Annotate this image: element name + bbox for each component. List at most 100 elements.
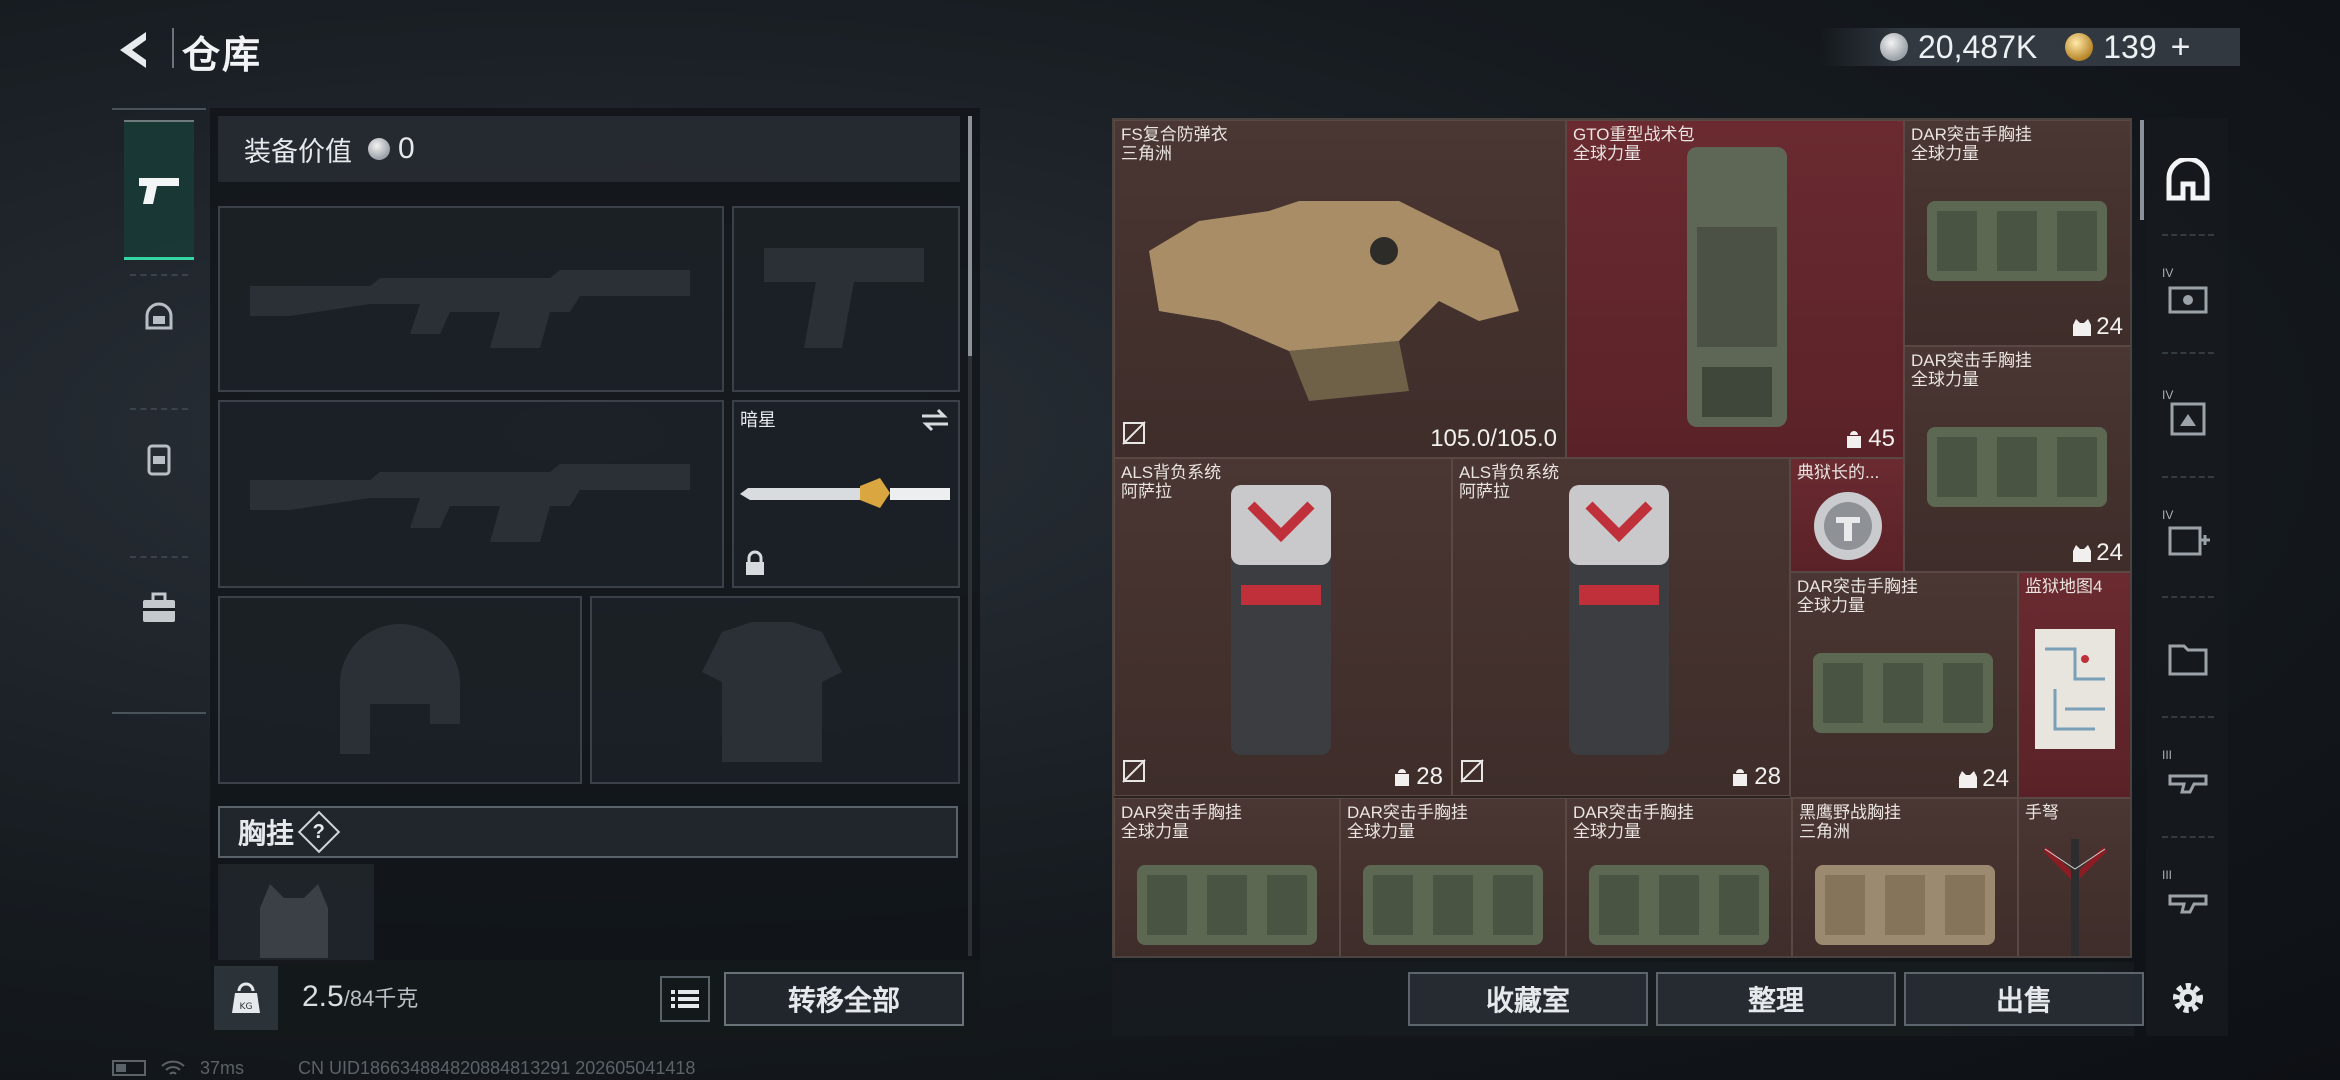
item-name: 手弩 [2025, 803, 2059, 822]
item-name: FS复合防弹衣 三角洲 [1121, 125, 1228, 163]
item-name: DAR突击手胸挂 全球力量 [1121, 803, 1242, 841]
category-helmet[interactable] [124, 270, 194, 366]
medal-image [1814, 492, 1882, 560]
stash-item-chest-rig[interactable]: DAR突击手胸挂 全球力量 [1340, 798, 1566, 956]
vest-silhouette-icon [260, 884, 328, 958]
stash-item-chest-rig[interactable]: DAR突击手胸挂 全球力量 24 [1790, 572, 2018, 798]
vest-icon [2073, 319, 2092, 336]
back-button[interactable] [112, 26, 160, 74]
field-rig-image [1815, 865, 1995, 945]
weight-text: 2.5/84千克 [302, 980, 418, 1014]
stash-tab-4c[interactable]: IV [2160, 508, 2216, 566]
settings-button[interactable] [2160, 970, 2216, 1026]
list-view-button[interactable] [660, 976, 710, 1022]
vest-icon [2073, 545, 2092, 562]
armor-silhouette-icon [702, 622, 842, 762]
chest-rig-slot[interactable] [218, 864, 374, 964]
category-weapons[interactable] [124, 120, 194, 260]
stash-item-backpack-gto[interactable]: GTO重型战术包 全球力量 45 [1566, 120, 1904, 458]
tab-divider [2162, 596, 2214, 598]
stash-item-chest-rig[interactable]: DAR突击手胸挂 全球力量 [1566, 798, 1792, 956]
stash-tab-4[interactable]: IV [2160, 266, 2216, 324]
stash-item-chest-rig[interactable]: DAR突击手胸挂 全球力量 24 [1904, 120, 2130, 346]
helmet-silhouette-icon [340, 624, 460, 754]
no-repair-icon [1121, 758, 1147, 789]
slot-count-value: 24 [1958, 765, 2009, 793]
stash-item-armor[interactable]: FS复合防弹衣 三角洲 105.0/105.0 [1114, 120, 1566, 458]
equipment-value: 0 [398, 132, 415, 165]
item-name: DAR突击手胸挂 全球力量 [1573, 803, 1694, 841]
stash-item-backpack-als[interactable]: ALS背负系统 阿萨拉 28 [1114, 458, 1452, 796]
chest-rig-label: 胸挂 [238, 818, 295, 849]
tab-divider [2162, 476, 2214, 478]
sell-button[interactable]: 出售 [1904, 972, 2144, 1026]
weight-icon: KG [214, 966, 278, 1030]
stash-home-tab[interactable] [2160, 152, 2216, 208]
stash-tabs: IV IV IV III III [2146, 118, 2228, 1036]
helmet-slot[interactable] [218, 596, 582, 784]
category-backpack[interactable] [124, 410, 194, 506]
primary-weapon-slot[interactable] [218, 206, 724, 392]
melee-name: 暗星 [740, 410, 776, 430]
stash-item-prison-map[interactable]: 监狱地图4 [2018, 572, 2130, 798]
uid-text: CN UID1866348848208848132​91 20260504141… [298, 1057, 696, 1078]
rifle-silhouette-icon [250, 270, 690, 348]
chest-rig-header: 胸挂 ? [218, 806, 958, 858]
stash-tab-3b[interactable]: III [2160, 868, 2216, 926]
item-name: ALS背负系统 阿萨拉 [1459, 463, 1560, 501]
list-icon [671, 990, 699, 1008]
item-name: DAR突击手胸挂 全球力量 [1347, 803, 1468, 841]
tab-divider [2162, 352, 2214, 354]
stash-grid: FS复合防弹衣 三角洲 105.0/105.0 GTO重型战术包 全球力量 45 D… [1112, 118, 2132, 958]
map-image [2035, 629, 2115, 749]
tab-divider [2162, 234, 2214, 236]
stash-box-icon [2168, 286, 2208, 314]
stash-item-backpack-als[interactable]: ALS背负系统 阿萨拉 28 [1452, 458, 1790, 796]
swap-icon[interactable] [920, 408, 950, 432]
slot-count-value: 24 [2072, 539, 2123, 567]
stash-item-chest-rig[interactable]: DAR突击手胸挂 全球力量 [1114, 798, 1340, 956]
add-currency-button[interactable]: + [2171, 28, 2191, 67]
sidearm-slot[interactable] [732, 206, 960, 392]
folder-icon [2168, 644, 2208, 676]
stash-item-crossbow[interactable]: 手弩 [2018, 798, 2130, 956]
category-toolbox[interactable] [124, 558, 194, 658]
wifi-icon [161, 1060, 185, 1075]
organize-button[interactable]: 整理 [1656, 972, 1896, 1026]
als-backpack-image [1231, 485, 1331, 755]
item-name: 黑鹰野战胸挂 三角洲 [1799, 803, 1901, 841]
bag-icon [1733, 769, 1748, 786]
kettlebell-icon: KG [232, 982, 260, 1013]
stash-tab-3[interactable]: III [2160, 748, 2216, 806]
chest-rig-image [1363, 865, 1543, 945]
crossbow-image [2042, 839, 2108, 956]
item-name: ALS背负系统 阿萨拉 [1121, 463, 1222, 501]
help-icon[interactable]: ? [297, 810, 341, 854]
equipment-scrollbar[interactable] [968, 116, 972, 956]
stash-item-field-rig[interactable]: 黑鹰野战胸挂 三角洲 [1792, 798, 2018, 956]
silver-amount: 20,487K [1918, 28, 2038, 65]
transfer-all-button[interactable]: 转移全部 [724, 972, 964, 1026]
equipment-panel: 装备价值 0 暗星 胸挂 ? [210, 108, 980, 1036]
tactical-backpack-image [1687, 147, 1787, 427]
item-name: DAR突击手胸挂 全球力量 [1797, 577, 1918, 615]
slot-count-value: 24 [2072, 313, 2123, 341]
secondary-weapon-slot[interactable] [218, 400, 724, 588]
weight-bar: KG 2.5/84千克 转移全部 [210, 960, 980, 1036]
armor-vest-image [1149, 201, 1519, 401]
medical-box-icon [2168, 526, 2210, 556]
collection-button[interactable]: 收藏室 [1408, 972, 1648, 1026]
durability-value: 105.0/105.0 [1430, 425, 1557, 452]
melee-slot[interactable]: 暗星 [732, 400, 960, 588]
stash-scrollbar[interactable] [2140, 120, 2144, 220]
bag-icon [1847, 431, 1862, 448]
stash-item-warden-token[interactable]: 典狱长的... [1790, 458, 1904, 572]
armor-slot[interactable] [590, 596, 960, 784]
stash-tab-folder[interactable] [2160, 630, 2216, 686]
stash-item-chest-rig[interactable]: DAR突击手胸挂 全球力量 24 [1904, 346, 2130, 572]
stash-tab-4b[interactable]: IV [2160, 388, 2216, 446]
chest-rig-image [1137, 865, 1317, 945]
ping-value: 37ms [200, 1057, 245, 1078]
no-repair-icon [1459, 758, 1485, 789]
gear-icon [2173, 983, 2203, 1013]
